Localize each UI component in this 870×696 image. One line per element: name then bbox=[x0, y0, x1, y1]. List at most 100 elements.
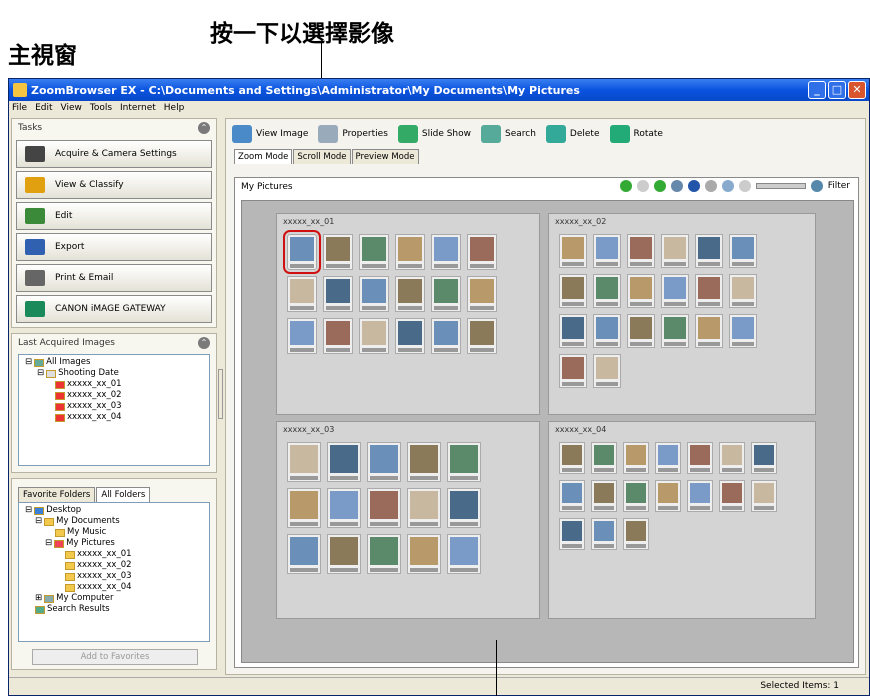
menu-help[interactable]: Help bbox=[164, 103, 185, 113]
image-thumbnail[interactable] bbox=[323, 276, 353, 312]
image-thumbnail[interactable] bbox=[729, 234, 757, 268]
task-acquire-button[interactable]: Acquire & Camera Settings bbox=[16, 140, 212, 168]
zoom-out-icon[interactable] bbox=[738, 180, 751, 192]
slide-show-button[interactable]: Slide Show bbox=[397, 125, 471, 143]
task-view-classify-button[interactable]: View & Classify bbox=[16, 171, 212, 199]
tree-subfolder[interactable]: xxxxx_xx_03 bbox=[25, 571, 203, 582]
task-export-button[interactable]: Export bbox=[16, 233, 212, 261]
image-thumbnail[interactable] bbox=[359, 318, 389, 354]
image-thumbnail[interactable] bbox=[623, 442, 649, 474]
rotate-button[interactable]: Rotate bbox=[609, 125, 663, 143]
filter-icon[interactable] bbox=[810, 180, 823, 192]
image-thumbnail[interactable] bbox=[729, 314, 757, 348]
image-thumbnail[interactable] bbox=[367, 534, 401, 574]
close-button[interactable]: ✕ bbox=[848, 81, 866, 99]
tree-date-item[interactable]: xxxxx_xx_02 bbox=[25, 390, 203, 401]
image-thumbnail[interactable] bbox=[591, 518, 617, 550]
task-gateway-button[interactable]: CANON iMAGE GATEWAY bbox=[16, 295, 212, 323]
image-thumbnail[interactable] bbox=[751, 442, 777, 474]
image-thumbnail[interactable] bbox=[407, 442, 441, 482]
task-print-email-button[interactable]: Print & Email bbox=[16, 264, 212, 292]
image-thumbnail[interactable] bbox=[467, 318, 497, 354]
tree-shooting-date[interactable]: ⊟ Shooting Date bbox=[25, 368, 203, 379]
select-icon[interactable] bbox=[704, 180, 717, 192]
tree-search-results[interactable]: Search Results bbox=[25, 604, 203, 615]
tab-all-folders[interactable]: All Folders bbox=[96, 487, 151, 502]
image-thumbnail[interactable] bbox=[593, 314, 621, 348]
image-thumbnail[interactable] bbox=[447, 534, 481, 574]
image-thumbnail[interactable] bbox=[359, 234, 389, 270]
image-thumbnail[interactable] bbox=[661, 314, 689, 348]
tab-zoom-mode[interactable]: Zoom Mode bbox=[234, 149, 293, 164]
filter-button[interactable]: Filter bbox=[828, 181, 850, 191]
image-thumbnail[interactable] bbox=[687, 442, 713, 474]
image-thumbnail[interactable] bbox=[447, 488, 481, 528]
tree-date-item[interactable]: xxxxx_xx_03 bbox=[25, 401, 203, 412]
image-thumbnail[interactable] bbox=[627, 274, 655, 308]
image-thumbnail[interactable] bbox=[719, 480, 745, 512]
collapse-icon[interactable]: ⌃ bbox=[198, 122, 210, 134]
image-thumbnail[interactable] bbox=[559, 274, 587, 308]
image-thumbnail[interactable] bbox=[283, 230, 321, 274]
image-thumbnail[interactable] bbox=[655, 480, 681, 512]
image-thumbnail[interactable] bbox=[447, 442, 481, 482]
image-thumbnail[interactable] bbox=[395, 234, 425, 270]
tree-my-pictures[interactable]: ⊟ My Pictures bbox=[25, 538, 203, 549]
up-icon[interactable] bbox=[653, 180, 666, 192]
minimize-button[interactable]: _ bbox=[808, 81, 826, 99]
back-icon[interactable] bbox=[619, 180, 632, 192]
menu-tools[interactable]: Tools bbox=[90, 103, 112, 113]
view-image-button[interactable]: View Image bbox=[232, 125, 308, 143]
tree-all-images[interactable]: ⊟ All Images bbox=[25, 357, 203, 368]
tree-my-documents[interactable]: ⊟ My Documents bbox=[25, 516, 203, 527]
menu-edit[interactable]: Edit bbox=[35, 103, 52, 113]
tab-preview-mode[interactable]: Preview Mode bbox=[351, 149, 419, 164]
tree-subfolder[interactable]: xxxxx_xx_04 bbox=[25, 582, 203, 593]
tree-desktop[interactable]: ⊟ Desktop bbox=[25, 505, 203, 516]
image-thumbnail[interactable] bbox=[559, 442, 585, 474]
image-thumbnail[interactable] bbox=[627, 234, 655, 268]
add-to-favorites-button[interactable]: Add to Favorites bbox=[32, 649, 198, 665]
tree-date-item[interactable]: xxxxx_xx_01 bbox=[25, 379, 203, 390]
image-thumbnail[interactable] bbox=[655, 442, 681, 474]
image-thumbnail[interactable] bbox=[407, 534, 441, 574]
image-thumbnail[interactable] bbox=[559, 234, 587, 268]
image-thumbnail[interactable] bbox=[695, 274, 723, 308]
properties-button[interactable]: Properties bbox=[318, 125, 388, 143]
image-thumbnail[interactable] bbox=[431, 276, 461, 312]
image-thumbnail[interactable] bbox=[395, 276, 425, 312]
image-thumbnail[interactable] bbox=[287, 534, 321, 574]
image-thumbnail[interactable] bbox=[591, 480, 617, 512]
info-icon[interactable] bbox=[687, 180, 700, 192]
image-thumbnail[interactable] bbox=[359, 276, 389, 312]
image-thumbnail[interactable] bbox=[287, 488, 321, 528]
image-thumbnail[interactable] bbox=[287, 442, 321, 482]
tree-subfolder[interactable]: xxxxx_xx_02 bbox=[25, 560, 203, 571]
image-thumbnail[interactable] bbox=[661, 234, 689, 268]
tab-scroll-mode[interactable]: Scroll Mode bbox=[293, 149, 351, 164]
image-thumbnail[interactable] bbox=[559, 314, 587, 348]
image-thumbnail[interactable] bbox=[323, 318, 353, 354]
image-thumbnail[interactable] bbox=[687, 480, 713, 512]
tree-subfolder[interactable]: xxxxx_xx_01 bbox=[25, 549, 203, 560]
tree-my-computer[interactable]: ⊞ My Computer bbox=[25, 593, 203, 604]
image-thumbnail[interactable] bbox=[751, 480, 777, 512]
image-thumbnail[interactable] bbox=[467, 276, 497, 312]
zoom-in-icon[interactable] bbox=[721, 180, 734, 192]
menu-file[interactable]: File bbox=[12, 103, 27, 113]
image-thumbnail[interactable] bbox=[287, 276, 317, 312]
tree-date-item[interactable]: xxxxx_xx_04 bbox=[25, 412, 203, 423]
image-thumbnail[interactable] bbox=[559, 480, 585, 512]
tab-favorite-folders[interactable]: Favorite Folders bbox=[18, 487, 96, 502]
collapse-icon[interactable]: ⌃ bbox=[198, 337, 210, 349]
image-thumbnail[interactable] bbox=[729, 274, 757, 308]
image-thumbnail[interactable] bbox=[559, 518, 585, 550]
image-thumbnail[interactable] bbox=[467, 234, 497, 270]
image-thumbnail[interactable] bbox=[695, 314, 723, 348]
image-thumbnail[interactable] bbox=[719, 442, 745, 474]
image-thumbnail[interactable] bbox=[407, 488, 441, 528]
image-thumbnail[interactable] bbox=[287, 318, 317, 354]
maximize-button[interactable]: □ bbox=[828, 81, 846, 99]
forward-icon[interactable] bbox=[636, 180, 649, 192]
search-button[interactable]: Search bbox=[481, 125, 536, 143]
